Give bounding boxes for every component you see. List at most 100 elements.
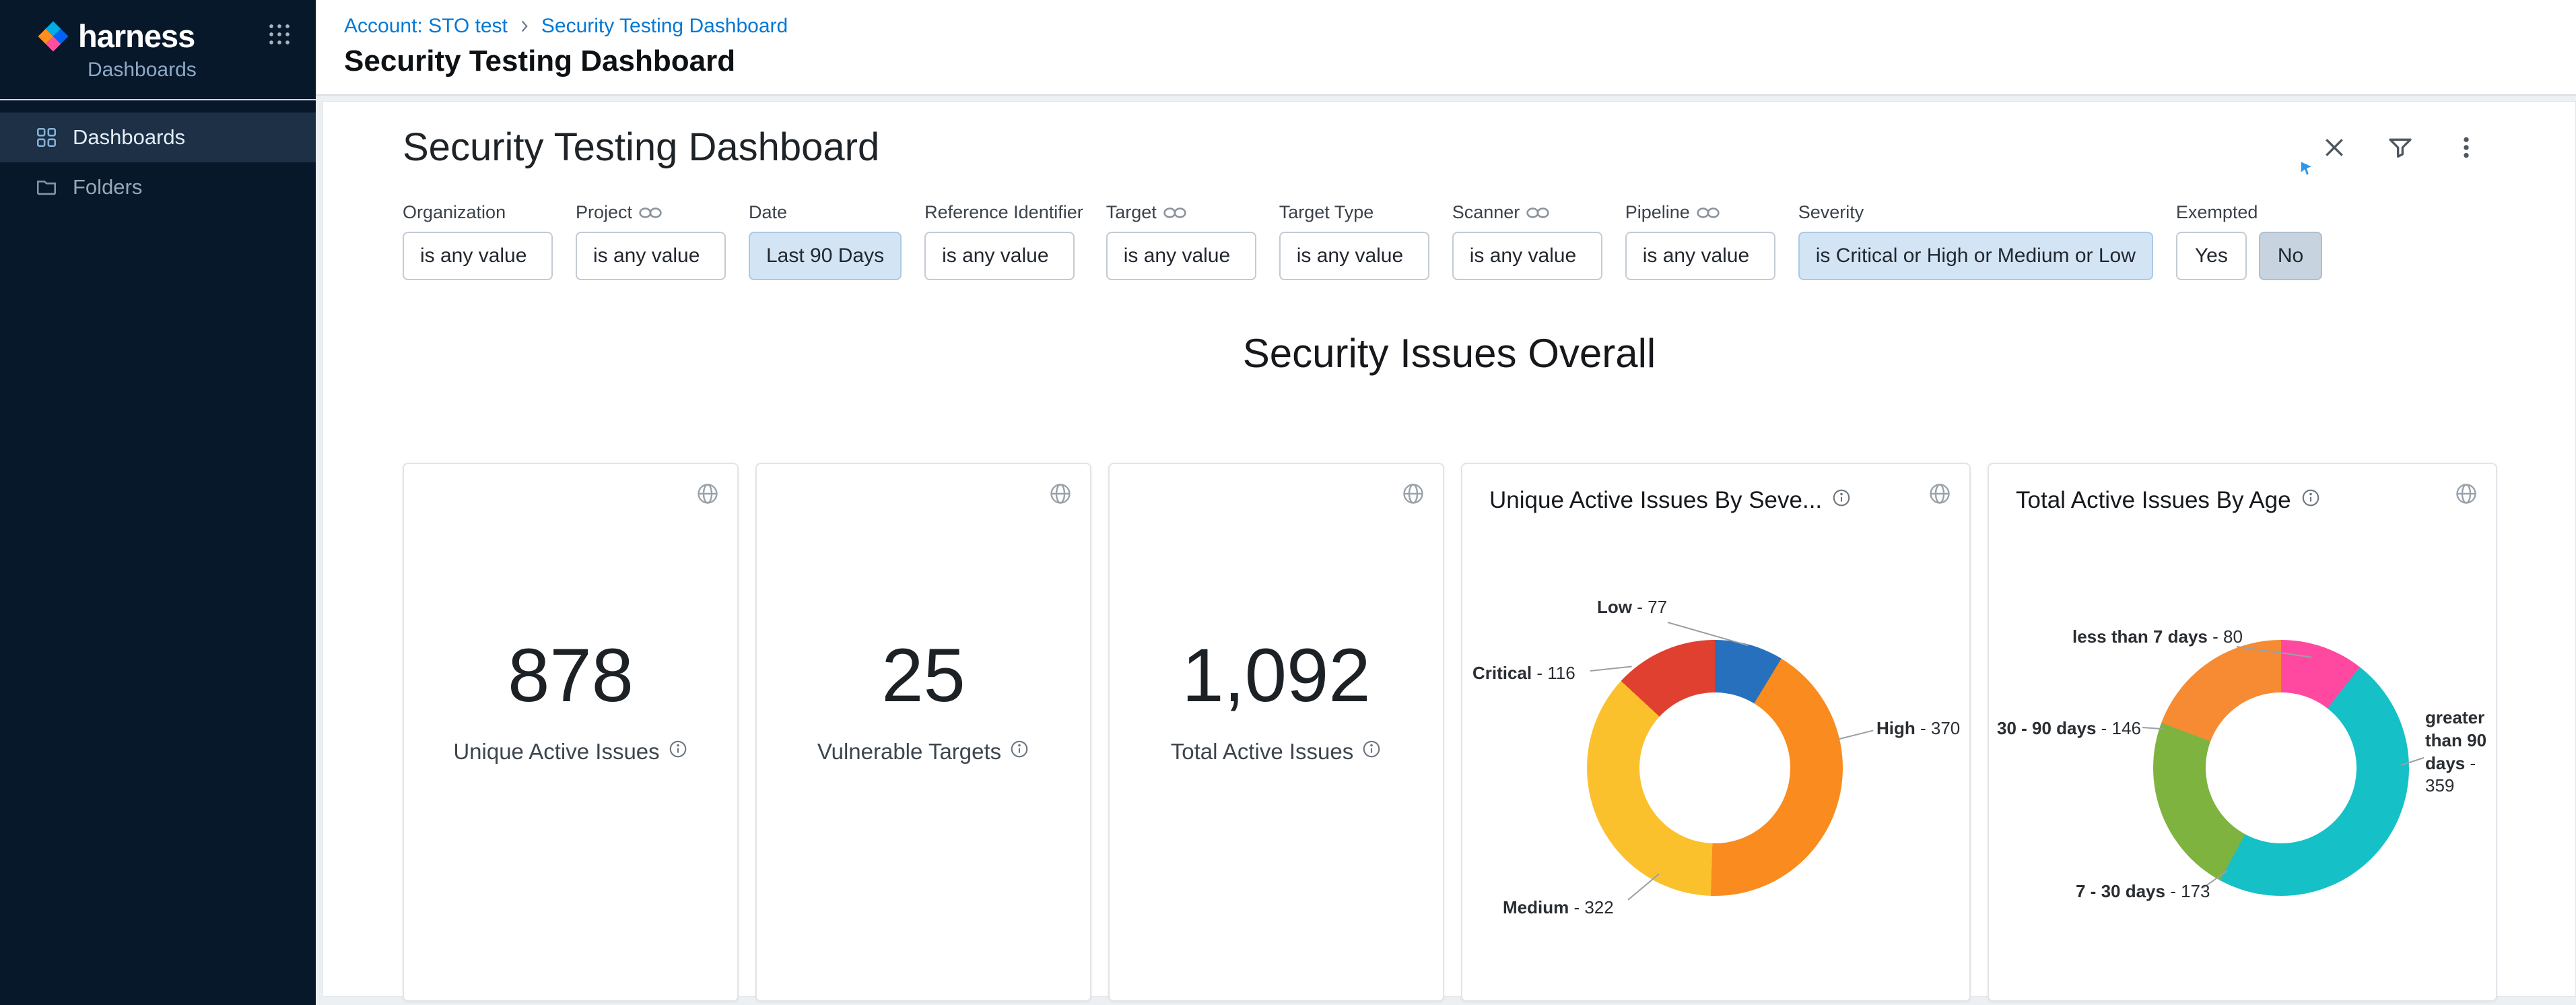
mouse-cursor	[2299, 161, 2314, 179]
link-icon	[1163, 206, 1186, 220]
stat-card-vulnerable-targets: 25 Vulnerable Targets	[755, 463, 1091, 1002]
chart-card-age: Total Active Issues By Age less than	[1988, 463, 2497, 1002]
chevron-right-icon	[516, 18, 533, 35]
filter-label: Target	[1106, 203, 1157, 222]
stat-value: 1,092	[1110, 638, 1443, 713]
stat-value: 878	[404, 638, 737, 713]
filter-label: Scanner	[1452, 203, 1520, 222]
donut-label-critical: Critical116	[1472, 662, 1575, 685]
info-icon[interactable]	[1361, 739, 1382, 765]
filter-date: Date Last 90 Days	[749, 203, 902, 280]
sidebar-nav: Dashboards Folders	[0, 112, 316, 212]
stat-label: Total Active Issues	[1171, 739, 1353, 765]
sidebar-item-folders[interactable]: Folders	[0, 162, 316, 212]
link-icon	[1526, 206, 1549, 220]
folder-icon	[35, 176, 58, 199]
filter-scanner: Scanner is any value	[1452, 203, 1602, 280]
stat-value: 25	[757, 638, 1090, 713]
chart-card-severity: Unique Active Issues By Seve... Low77	[1461, 463, 1971, 1002]
filter-target-type: Target Type is any value	[1279, 203, 1429, 280]
chart-title: Unique Active Issues By Seve...	[1489, 487, 1822, 514]
globe-icon[interactable]	[2454, 482, 2478, 508]
filter-label: Date	[749, 203, 787, 222]
chart-title: Total Active Issues By Age	[2016, 487, 2291, 514]
donut-label-7-30-days: 7 - 30 days173	[2076, 880, 2210, 903]
filter-label: Severity	[1798, 203, 1864, 222]
main-area: Account: STO test Security Testing Dashb…	[316, 0, 2576, 1005]
close-icon[interactable]	[2319, 133, 2349, 162]
breadcrumb-current-link[interactable]: Security Testing Dashboard	[541, 15, 788, 38]
info-icon[interactable]	[1831, 487, 1852, 514]
dashboard-panel: Security Testing Dashboard	[323, 101, 2576, 997]
panel-actions	[2319, 133, 2481, 162]
severity-donut-chart[interactable]	[1587, 640, 1843, 896]
age-donut-chart[interactable]	[2153, 640, 2409, 896]
filter-pipeline-value[interactable]: is any value	[1625, 232, 1775, 280]
info-icon[interactable]	[1009, 739, 1029, 765]
filter-target: Target is any value	[1106, 203, 1256, 280]
dashboard-title: Security Testing Dashboard	[403, 125, 879, 170]
filter-pipeline: Pipeline is any value	[1625, 203, 1775, 280]
brand-block: harness Dashboards	[0, 0, 316, 82]
filter-bar: Organization is any value Project is any…	[323, 203, 2575, 280]
link-icon	[1697, 206, 1720, 220]
filter-label: Target Type	[1279, 203, 1374, 222]
filter-target-type-value[interactable]: is any value	[1279, 232, 1429, 280]
filter-project: Project is any value	[576, 203, 726, 280]
globe-icon[interactable]	[696, 482, 720, 508]
filter-label: Reference Identifier	[924, 203, 1083, 222]
sidebar: harness Dashboards Dashboards	[0, 0, 316, 1005]
info-icon[interactable]	[668, 739, 688, 765]
breadcrumb-account-link[interactable]: Account: STO test	[344, 15, 508, 38]
filter-label: Project	[576, 203, 632, 222]
filter-exempted: Exempted Yes No	[2176, 203, 2322, 280]
donut-label-greater-than-90-days: greater than 90 days359	[2425, 707, 2493, 798]
donut-label-30-90-days: 30 - 90 days146	[1997, 717, 2141, 740]
filter-exempted-no[interactable]: No	[2259, 232, 2322, 280]
sidebar-item-dashboards[interactable]: Dashboards	[0, 112, 316, 162]
label-leader-line	[1627, 874, 1659, 901]
globe-icon[interactable]	[1401, 482, 1425, 508]
label-leader-line	[1837, 730, 1874, 740]
filter-icon[interactable]	[2385, 133, 2415, 162]
filter-severity-value[interactable]: is Critical or High or Medium or Low	[1798, 232, 2153, 280]
filter-label: Exempted	[2176, 203, 2258, 222]
donut-label-high: High370	[1876, 717, 1960, 740]
filter-organization-value[interactable]: is any value	[403, 232, 553, 280]
stat-card-total-active-issues: 1,092 Total Active Issues	[1108, 463, 1444, 1002]
brand-subtitle: Dashboards	[88, 59, 292, 82]
filter-project-value[interactable]: is any value	[576, 232, 726, 280]
app-root: harness Dashboards Dashboards	[0, 0, 2576, 1005]
filter-exempted-yes[interactable]: Yes	[2176, 232, 2247, 280]
filter-scanner-value[interactable]: is any value	[1452, 232, 1602, 280]
donut-label-low: Low77	[1597, 596, 1667, 619]
sidebar-item-label: Folders	[73, 175, 142, 199]
page-title: Security Testing Dashboard	[344, 44, 2576, 78]
stat-label: Vulnerable Targets	[817, 739, 1001, 765]
globe-icon[interactable]	[1928, 482, 1952, 508]
info-icon[interactable]	[2301, 487, 2321, 514]
brand-name[interactable]: harness	[78, 18, 195, 55]
breadcrumb: Account: STO test Security Testing Dashb…	[344, 15, 2576, 38]
donut-label-medium: Medium322	[1503, 897, 1614, 919]
globe-icon[interactable]	[1048, 482, 1073, 508]
filter-reference-identifier: Reference Identifier is any value	[924, 203, 1083, 280]
content-area: Security Testing Dashboard	[316, 96, 2576, 1005]
page-header: Account: STO test Security Testing Dashb…	[316, 0, 2576, 96]
label-leader-line	[1590, 666, 1632, 672]
kebab-menu-icon[interactable]	[2451, 133, 2481, 162]
apps-grid-icon[interactable]	[267, 22, 292, 50]
stat-label: Unique Active Issues	[453, 739, 659, 765]
tiles-row: 878 Unique Active Issues 25 Vulnerable T…	[323, 463, 2575, 1002]
stat-card-unique-active-issues: 878 Unique Active Issues	[403, 463, 739, 1002]
filter-label: Organization	[403, 203, 506, 222]
sidebar-divider	[0, 99, 316, 100]
filter-organization: Organization is any value	[403, 203, 553, 280]
filter-reference-identifier-value[interactable]: is any value	[924, 232, 1075, 280]
filter-target-value[interactable]: is any value	[1106, 232, 1256, 280]
dashboards-icon	[35, 126, 58, 149]
filter-label: Pipeline	[1625, 203, 1690, 222]
filter-date-value[interactable]: Last 90 Days	[749, 232, 902, 280]
harness-logo-icon[interactable]	[35, 18, 71, 55]
sidebar-item-label: Dashboards	[73, 125, 185, 150]
